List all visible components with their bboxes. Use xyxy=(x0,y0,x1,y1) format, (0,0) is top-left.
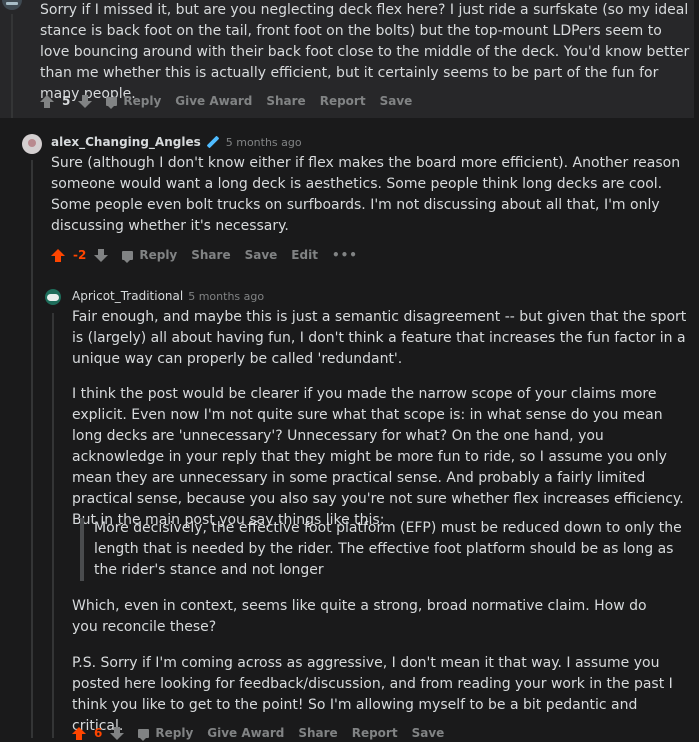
flair-icon xyxy=(206,135,220,149)
downvote-icon[interactable] xyxy=(78,94,93,108)
thread-line[interactable] xyxy=(52,313,54,738)
comment-paragraph: Which, even in context, seems like quite… xyxy=(72,598,647,635)
comment-icon xyxy=(122,250,134,263)
comment-actions: 6 Reply Give Award Share Report Save xyxy=(72,724,458,742)
comment-actions: 5 Reply Give Award Share Report Save xyxy=(40,92,426,110)
thread-line[interactable] xyxy=(11,14,13,118)
comment-body: Sure (although I don't know either if fl… xyxy=(51,153,681,237)
avatar[interactable] xyxy=(22,134,42,154)
share-button[interactable]: Share xyxy=(266,94,305,108)
upvote-icon[interactable] xyxy=(40,94,54,108)
more-options-icon[interactable]: ••• xyxy=(332,248,358,262)
quote-text: More decisively, the effective foot plat… xyxy=(94,520,682,578)
give-award-button[interactable]: Give Award xyxy=(175,94,252,108)
comment-body: Sorry if I missed it, but are you neglec… xyxy=(40,0,690,105)
comment-text: Sorry if I missed it, but are you neglec… xyxy=(40,2,690,102)
reply-button[interactable]: Reply xyxy=(122,248,177,263)
avatar[interactable] xyxy=(43,287,63,307)
comment-actions: -2 Reply Share Save Edit ••• xyxy=(51,246,372,264)
downvote-icon[interactable] xyxy=(94,248,109,262)
vote-score: -2 xyxy=(73,248,87,262)
upvote-icon[interactable] xyxy=(51,248,65,262)
reply-button[interactable]: Reply xyxy=(106,94,161,109)
comment-text: Sure (although I don't know either if fl… xyxy=(51,155,681,234)
comment-header: Apricot_Traditional 5 months ago xyxy=(72,288,264,304)
thread-line[interactable] xyxy=(31,160,33,738)
blockquote: More decisively, the effective foot plat… xyxy=(80,518,686,581)
timestamp[interactable]: 5 months ago xyxy=(226,136,302,149)
comment-icon xyxy=(106,96,118,109)
save-button[interactable]: Save xyxy=(380,94,413,108)
author-name[interactable]: Apricot_Traditional xyxy=(72,289,183,303)
vote-score: 5 xyxy=(62,94,71,108)
comment-paragraph: I think the post would be clearer if you… xyxy=(72,386,684,528)
comment-icon xyxy=(138,728,150,741)
comment-paragraph: Fair enough, and maybe this is just a se… xyxy=(72,309,687,367)
comment-header: alex_Changing_Angles 5 months ago xyxy=(51,134,302,150)
timestamp[interactable]: 5 months ago xyxy=(188,290,264,303)
report-button[interactable]: Report xyxy=(320,94,366,108)
save-button[interactable]: Save xyxy=(245,248,278,262)
share-button[interactable]: Share xyxy=(191,248,230,262)
author-name[interactable]: alex_Changing_Angles xyxy=(51,135,201,149)
edit-button[interactable]: Edit xyxy=(291,248,318,262)
